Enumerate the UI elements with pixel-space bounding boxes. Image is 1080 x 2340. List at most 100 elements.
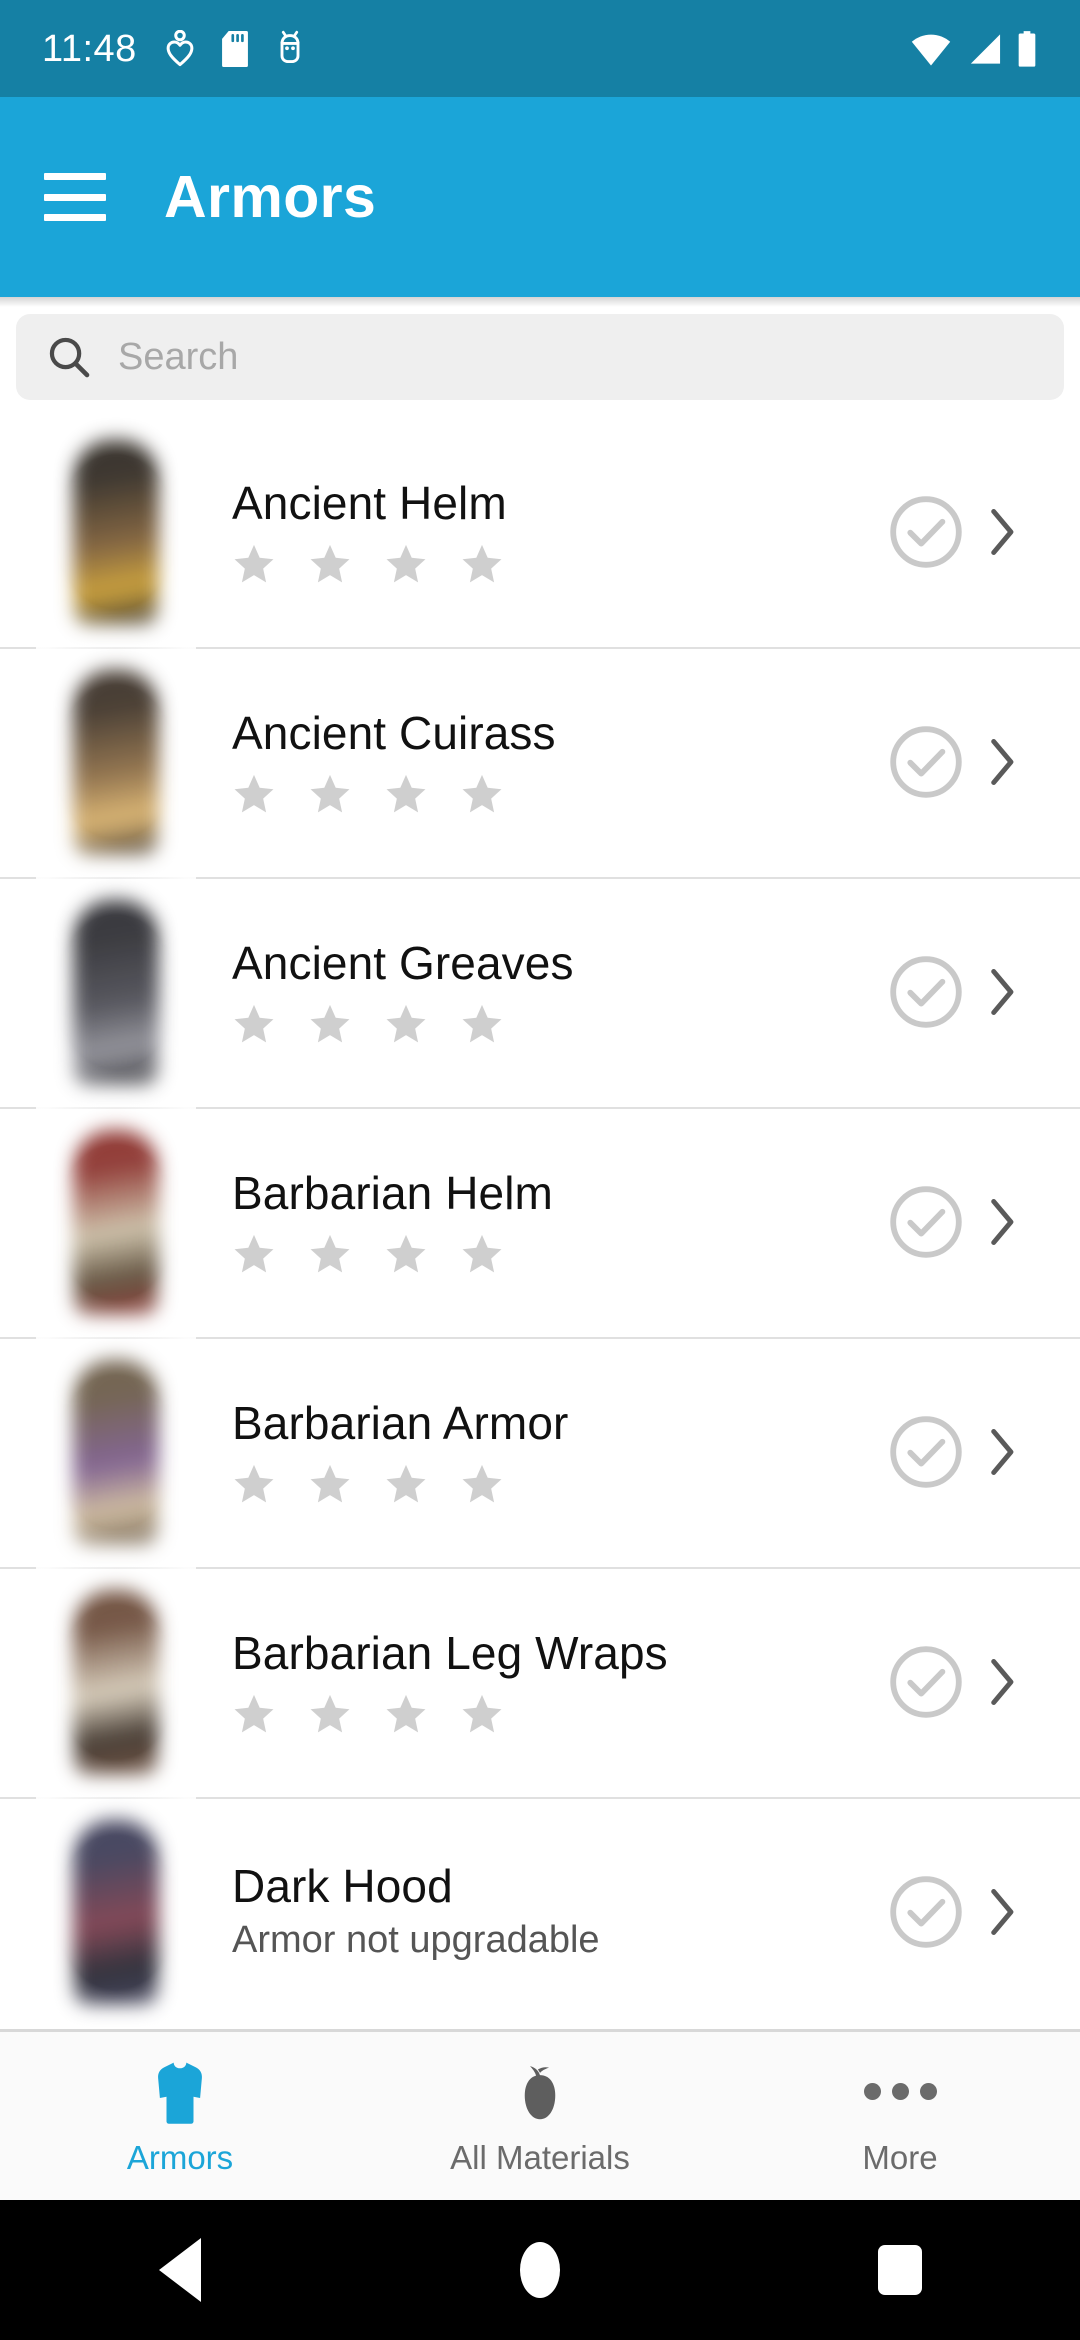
armor-list-item[interactable]: Barbarian Leg Wraps (0, 1567, 1080, 1797)
tab-label-armors: Armors (126, 2138, 234, 2176)
star-icon (310, 544, 350, 583)
armor-list-item[interactable]: Ancient Greaves (0, 877, 1080, 1107)
check-circle-icon (890, 726, 962, 798)
star-icon (234, 1004, 274, 1043)
nav-recents-icon[interactable] (840, 2200, 960, 2340)
nav-back-glyph (159, 2238, 201, 2302)
tab-armors[interactable]: Armors (0, 2032, 360, 2200)
armor-subtitle: Armor not upgradable (232, 1918, 600, 1961)
android-debug-icon (280, 30, 300, 63)
more-dot (891, 2083, 909, 2100)
open-detail-chevron[interactable] (984, 964, 1080, 1020)
upgrade-toggle[interactable] (868, 721, 984, 803)
more-dot (863, 2083, 881, 2100)
open-detail-chevron[interactable] (984, 1884, 1080, 1940)
search-input[interactable] (118, 335, 1034, 379)
star-icon (386, 774, 426, 813)
chevron-right-icon (991, 1889, 1014, 1935)
tunic-icon (149, 2059, 211, 2125)
check-circle-icon (890, 496, 962, 568)
check-circle-icon (890, 1876, 962, 1948)
upgrade-toggle[interactable] (868, 1871, 984, 1953)
upgrade-toggle[interactable] (868, 1641, 984, 1723)
star-icon (386, 544, 426, 583)
armor-list[interactable]: Ancient Helm Ancient Cuirass Ancient Greav… (0, 417, 1080, 2029)
armor-list-item[interactable]: Dark Hood Armor not upgradable (0, 1797, 1080, 2027)
upgrade-toggle[interactable] (868, 491, 984, 573)
armor-artwork (73, 1817, 159, 2007)
armor-title: Barbarian Armor (232, 1397, 569, 1450)
check-circle-icon (890, 956, 962, 1028)
armor-artwork (73, 1127, 159, 1317)
bottom-tab-bar: Armors All Materials More (0, 2029, 1080, 2200)
open-detail-chevron[interactable] (984, 734, 1080, 790)
barbarian-leg-wraps-thumbnail (36, 1567, 196, 1797)
chevron-right-icon (991, 1659, 1014, 1705)
status-bar-notification-icons (165, 29, 305, 68)
nav-home-icon[interactable] (480, 2200, 600, 2340)
wifi-icon (911, 34, 951, 65)
armor-list-item[interactable]: Barbarian Armor (0, 1337, 1080, 1567)
armor-list-item[interactable]: Ancient Cuirass (0, 647, 1080, 877)
barbarian-armor-thumbnail (36, 1337, 196, 1567)
armor-artwork (73, 897, 159, 1087)
armor-list-item[interactable]: Barbarian Helm (0, 1107, 1080, 1337)
heart-pulse-icon (166, 29, 194, 66)
more-dots-icon (863, 2059, 937, 2125)
star-rating (232, 1002, 858, 1046)
check-circle-icon (890, 1646, 962, 1718)
upgrade-toggle[interactable] (868, 1411, 984, 1493)
tab-label-all-materials: All Materials (450, 2138, 630, 2176)
armor-title: Barbarian Helm (232, 1167, 553, 1220)
armor-text-block: Ancient Greaves (232, 938, 868, 1046)
star-icon (234, 1234, 274, 1273)
star-icon (386, 1234, 426, 1273)
chevron-right-icon (991, 739, 1014, 785)
open-detail-chevron[interactable] (984, 1194, 1080, 1250)
hamburger-menu-icon[interactable] (44, 173, 106, 221)
star-icon (310, 774, 350, 813)
hamburger-bar (44, 214, 106, 221)
tab-all-materials[interactable]: All Materials (360, 2032, 720, 2200)
nav-back-icon[interactable] (120, 2200, 240, 2340)
star-rating (232, 1232, 858, 1276)
armor-title: Dark Hood (232, 1860, 453, 1913)
open-detail-chevron[interactable] (984, 504, 1080, 560)
search-box[interactable] (16, 314, 1064, 400)
sd-card-icon (221, 30, 248, 67)
status-bar: 11:48 (0, 0, 1080, 97)
armor-title: Barbarian Leg Wraps (232, 1627, 668, 1680)
open-detail-chevron[interactable] (984, 1424, 1080, 1480)
battery-icon (1018, 30, 1036, 67)
star-icon (386, 1694, 426, 1733)
upgrade-toggle[interactable] (868, 1181, 984, 1263)
armor-artwork (73, 1587, 159, 1777)
ancient-helm-thumbnail (36, 417, 196, 647)
armor-artwork (73, 667, 159, 857)
star-icon (462, 1464, 502, 1503)
armor-text-block: Ancient Cuirass (232, 708, 868, 816)
star-icon (462, 1694, 502, 1733)
star-rating (232, 542, 858, 586)
chevron-right-icon (991, 1199, 1014, 1245)
chevron-right-icon (991, 969, 1014, 1015)
dark-hood-thumbnail (36, 1797, 196, 2027)
upgrade-toggle[interactable] (868, 951, 984, 1033)
star-icon (462, 544, 502, 583)
ancient-greaves-thumbnail (36, 877, 196, 1107)
cellular-signal-icon (970, 33, 1001, 64)
open-detail-chevron[interactable] (984, 1654, 1080, 1710)
nav-home-glyph (520, 2242, 560, 2298)
armor-title: Ancient Cuirass (232, 707, 556, 760)
status-bar-clock: 11:48 (42, 27, 137, 70)
armor-text-block: Barbarian Leg Wraps (232, 1628, 868, 1736)
hamburger-bar (44, 173, 106, 180)
armor-artwork (73, 437, 159, 627)
armor-list-item[interactable]: Ancient Helm (0, 417, 1080, 647)
armor-text-block: Barbarian Armor (232, 1398, 868, 1506)
tab-more[interactable]: More (720, 2032, 1080, 2200)
armor-text-block: Ancient Helm (232, 478, 868, 586)
nav-recents-glyph (878, 2245, 922, 2295)
app-bar: Armors (0, 97, 1080, 297)
armor-title: Ancient Helm (232, 477, 507, 530)
